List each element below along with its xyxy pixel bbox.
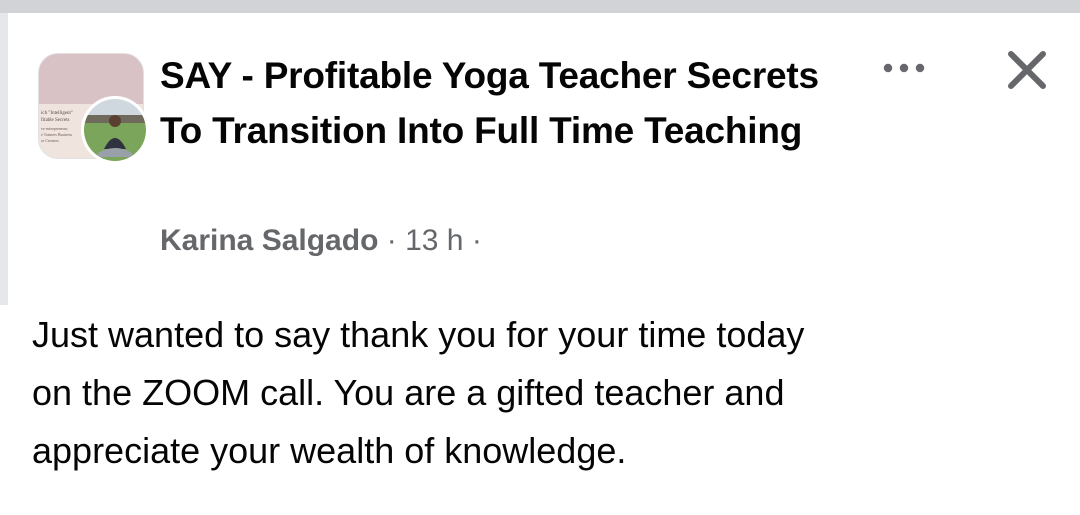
- post-timestamp-link[interactable]: 13 h: [405, 224, 463, 257]
- group-cover-line-5: or Creators: [41, 138, 59, 143]
- meta-trailing-separator: ·: [471, 224, 482, 257]
- author-photo: [84, 99, 146, 161]
- more-options-button[interactable]: [870, 48, 938, 88]
- post-meta: Karina Salgado · 13 h ·: [160, 220, 482, 262]
- group-cover-line-1: ich "Intelligent": [41, 111, 73, 116]
- group-cover-line-2: fitable Secrets: [41, 118, 70, 123]
- group-title-link[interactable]: SAY - Profitable Yoga Teacher Secrets To…: [160, 48, 820, 158]
- close-icon: [1008, 51, 1046, 89]
- left-edge-shadow: [0, 13, 8, 305]
- group-cover-line-4: e Trainers Business: [41, 132, 73, 137]
- close-post-button[interactable]: [995, 38, 1059, 102]
- top-divider: [0, 0, 1080, 13]
- author-name-link[interactable]: Karina Salgado: [160, 224, 378, 257]
- meta-separator: ·: [386, 224, 397, 257]
- post-body-text: Just wanted to say thank you for your ti…: [32, 314, 805, 471]
- more-horizontal-icon: [883, 63, 925, 73]
- author-avatar[interactable]: [81, 96, 149, 164]
- group-cover-line-3: ve entrepreneurs: [41, 126, 68, 131]
